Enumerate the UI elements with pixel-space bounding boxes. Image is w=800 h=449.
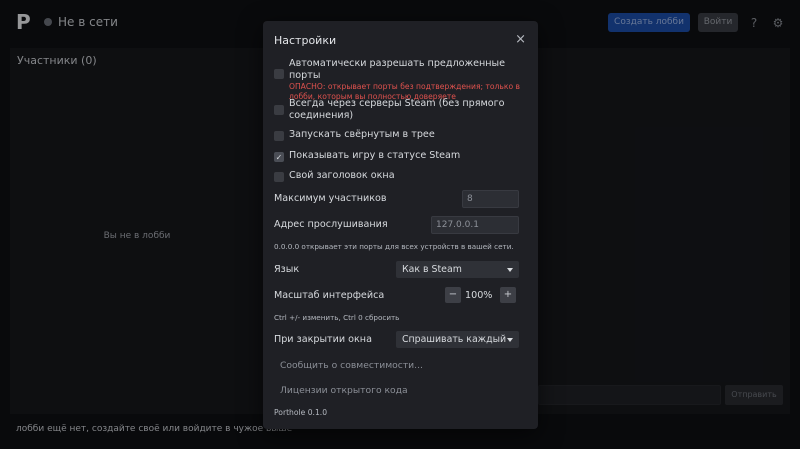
auto-ports-text: Автоматически разрешать предложенные пор…	[289, 58, 529, 102]
show-in-steam-checkbox[interactable]: ✓	[274, 152, 284, 162]
start-minimized-option[interactable]: Запускать свёрнутым в трее	[274, 129, 529, 141]
ui-scale-label: Масштаб интерфейса	[274, 290, 385, 301]
scale-decrease-button[interactable]: −	[445, 287, 461, 303]
max-participants-label: Максимум участников	[274, 193, 387, 204]
steam-relay-checkbox[interactable]	[274, 105, 284, 115]
max-participants-input[interactable]: 8	[462, 190, 519, 208]
start-minimized-label: Запускать свёрнутым в трее	[289, 129, 435, 140]
custom-titlebar-option[interactable]: Свой заголовок окна	[274, 170, 529, 182]
listen-address-label: Адрес прослушивания	[274, 219, 388, 230]
report-compatibility-button[interactable]: Сообщить о совместимости...	[280, 360, 423, 371]
open-source-licenses-button[interactable]: Лицензии открытого кода	[280, 385, 408, 396]
on-close-select[interactable]: Спрашивать каждый	[396, 331, 519, 348]
ui-scale-hint: Ctrl +/- изменить, Ctrl 0 сбросить	[274, 313, 400, 322]
show-in-steam-label: Показывать игру в статусе Steam	[289, 150, 461, 161]
language-value: Как в Steam	[402, 264, 462, 275]
auto-ports-checkbox[interactable]	[274, 69, 284, 79]
language-label: Язык	[274, 264, 300, 275]
dialog-title: Настройки	[274, 34, 337, 47]
close-icon[interactable]: ×	[515, 32, 526, 47]
settings-dialog: Настройки × Автоматически разрешать пред…	[263, 21, 538, 429]
app-version: Porthole 0.1.0	[274, 408, 328, 417]
on-close-label: При закрытии окна	[274, 334, 372, 345]
check-icon: ✓	[275, 152, 283, 162]
steam-relay-label: Всегда через серверы Steam (без прямого …	[289, 98, 505, 121]
listen-address-hint: 0.0.0.0 открывает эти порты для всех уст…	[274, 242, 514, 251]
custom-titlebar-label: Свой заголовок окна	[289, 170, 395, 181]
on-close-value: Спрашивать каждый	[402, 334, 507, 345]
auto-ports-option[interactable]: Автоматически разрешать предложенные пор…	[274, 58, 529, 102]
start-minimized-checkbox[interactable]	[274, 131, 284, 141]
chevron-down-icon	[507, 268, 513, 272]
language-select[interactable]: Как в Steam	[396, 261, 519, 278]
steam-relay-option[interactable]: Всегда через серверы Steam (без прямого …	[274, 98, 529, 122]
show-in-steam-option[interactable]: ✓ Показывать игру в статусе Steam	[274, 150, 529, 162]
scale-increase-button[interactable]: +	[500, 287, 516, 303]
chevron-down-icon	[507, 338, 513, 342]
custom-titlebar-checkbox[interactable]	[274, 172, 284, 182]
ui-scale-value: 100%	[465, 290, 493, 301]
auto-ports-label: Автоматически разрешать предложенные пор…	[289, 58, 506, 81]
listen-address-input[interactable]: 127.0.0.1	[431, 216, 519, 234]
